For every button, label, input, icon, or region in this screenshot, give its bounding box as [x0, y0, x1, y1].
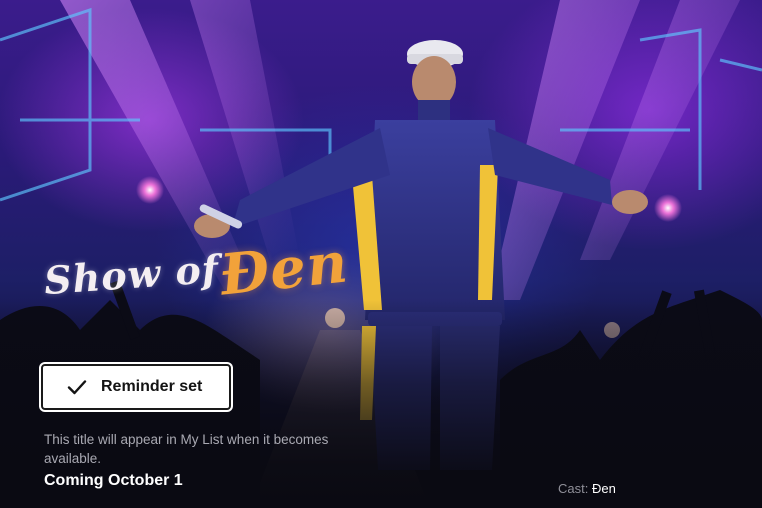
release-date: Coming October 1 — [44, 472, 183, 489]
title-logo-part1: Show of — [42, 245, 221, 304]
reminder-button[interactable]: Reminder set — [41, 364, 231, 410]
reminder-button-label: Reminder set — [101, 378, 203, 395]
cast-info: Cast: Đen — [558, 481, 616, 496]
title-logo: Show of Đen — [42, 229, 384, 338]
availability-note: This title will appear in My List when i… — [44, 432, 329, 466]
check-icon — [65, 375, 89, 399]
cast-name: Đen — [591, 481, 616, 496]
cast-label: Cast: — [558, 481, 589, 496]
title-logo-part2: Đen — [216, 229, 352, 309]
